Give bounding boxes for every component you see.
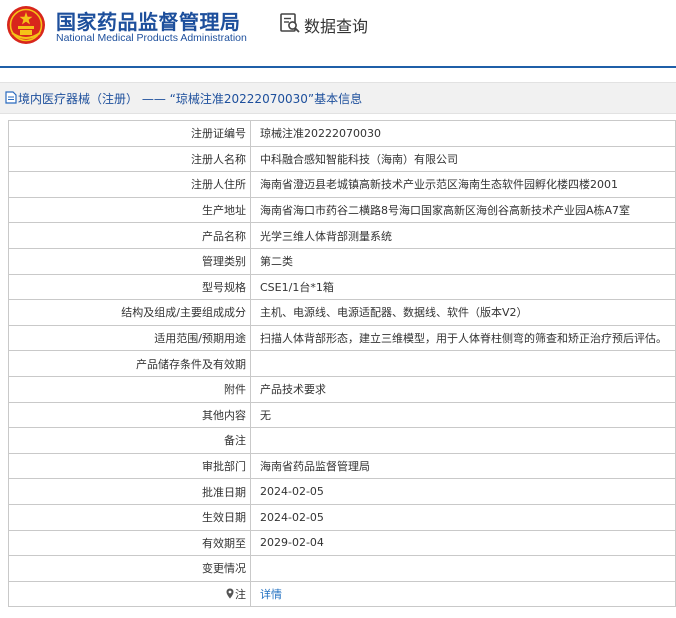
row-value bbox=[250, 350, 676, 377]
table-row: 管理类别 第二类 bbox=[8, 247, 676, 275]
table-row: 型号规格 CSE1/1台*1箱 bbox=[8, 273, 676, 301]
row-value: 扫描人体背部形态，建立三维模型，用于人体脊柱侧弯的筛查和矫正治疗预后评估。 bbox=[250, 324, 676, 352]
section-title: 数据查询 bbox=[304, 17, 369, 36]
header-divider bbox=[0, 66, 676, 68]
table-row: 附件 产品技术要求 bbox=[8, 375, 676, 403]
title-record: “琼械注准20222070030”基本信息 bbox=[169, 92, 363, 106]
table-row: 注册人住所 海南省澄迈县老城镇高新技术产业示范区海南生态软件园孵化楼四楼2001 bbox=[8, 171, 676, 198]
row-label: 备注 bbox=[8, 427, 251, 454]
device-info-table: 注册证编号 琼械注准20222070030 注册人名称 中科融合感知智能科技（海南）… bbox=[8, 120, 676, 608]
note-label-cell: 注 bbox=[8, 580, 251, 608]
row-label: 产品名称 bbox=[8, 222, 251, 249]
row-label: 注册证编号 bbox=[8, 120, 251, 147]
row-value: 中科融合感知智能科技（海南）有限公司 bbox=[250, 145, 676, 173]
table-row: 有效期至 2029-02-04 bbox=[8, 529, 676, 557]
site-header: 国家药品监督管理局 National Medical Products Admi… bbox=[0, 0, 676, 64]
row-label: 生效日期 bbox=[8, 503, 251, 531]
table-row: 备注 bbox=[8, 427, 676, 454]
row-label: 管理类别 bbox=[8, 247, 251, 275]
table-row: 批准日期 2024-02-05 bbox=[8, 478, 676, 505]
row-value bbox=[250, 427, 676, 454]
table-row: 生效日期 2024-02-05 bbox=[8, 503, 676, 531]
document-icon bbox=[5, 91, 17, 104]
row-label: 结构及组成/主要组成成分 bbox=[8, 299, 251, 326]
row-value: 无 bbox=[250, 401, 676, 429]
row-label: 有效期至 bbox=[8, 529, 251, 557]
row-label: 注册人住所 bbox=[8, 171, 251, 198]
table-row: 适用范围/预期用途 扫描人体背部形态，建立三维模型，用于人体脊柱侧弯的筛查和矫正治… bbox=[8, 324, 676, 352]
row-value: 2024-02-05 bbox=[250, 478, 676, 505]
row-value: 产品技术要求 bbox=[250, 375, 676, 403]
row-value: 2024-02-05 bbox=[250, 503, 676, 531]
table-row: 生产地址 海南省海口市药谷二横路8号海口国家高新区海创谷高新技术产业园A栋A7室 bbox=[8, 196, 676, 224]
title-separator: —— bbox=[141, 92, 166, 106]
org-name-en: National Medical Products Administration bbox=[56, 32, 247, 44]
table-row: 审批部门 海南省药品监督管理局 bbox=[8, 452, 676, 480]
national-emblem-icon bbox=[7, 6, 45, 44]
row-label: 型号规格 bbox=[8, 273, 251, 301]
table-row: 产品名称 光学三维人体背部测量系统 bbox=[8, 222, 676, 249]
row-label: 产品储存条件及有效期 bbox=[8, 350, 251, 377]
row-label: 附件 bbox=[8, 375, 251, 403]
note-value-cell: 详情 bbox=[250, 580, 676, 608]
row-label: 生产地址 bbox=[8, 196, 251, 224]
record-title-bar: 境内医疗器械（注册） —— “琼械注准20222070030”基本信息 bbox=[0, 82, 676, 114]
row-value: 海南省澄迈县老城镇高新技术产业示范区海南生态软件园孵化楼四楼2001 bbox=[250, 171, 676, 198]
map-pin-icon bbox=[226, 588, 234, 599]
row-value: 海南省药品监督管理局 bbox=[250, 452, 676, 480]
row-label: 注册人名称 bbox=[8, 145, 251, 173]
row-label: 其他内容 bbox=[8, 401, 251, 429]
row-label: 适用范围/预期用途 bbox=[8, 324, 251, 352]
row-value: 主机、电源线、电源适配器、数据线、软件（版本V2） bbox=[250, 299, 676, 326]
data-query-icon bbox=[280, 13, 300, 33]
row-label: 批准日期 bbox=[8, 478, 251, 505]
record-title: 境内医疗器械（注册） —— “琼械注准20222070030”基本信息 bbox=[18, 90, 362, 107]
row-value bbox=[250, 555, 676, 582]
table-row: 注册人名称 中科融合感知智能科技（海南）有限公司 bbox=[8, 145, 676, 173]
table-row: 其他内容无 bbox=[8, 401, 676, 429]
row-value: 光学三维人体背部测量系统 bbox=[250, 222, 676, 249]
row-label: 变更情况 bbox=[8, 555, 251, 582]
org-name-cn: 国家药品监督管理局 bbox=[56, 10, 241, 34]
table-row: 产品储存条件及有效期 bbox=[8, 350, 676, 377]
row-label: 审批部门 bbox=[8, 452, 251, 480]
row-value: 2029-02-04 bbox=[250, 529, 676, 557]
note-row: 注 详情 bbox=[8, 580, 676, 608]
row-value: 第二类 bbox=[250, 247, 676, 275]
table-row: 注册证编号 琼械注准20222070030 bbox=[8, 120, 676, 147]
table-row: 变更情况 bbox=[8, 555, 676, 582]
row-value: 琼械注准20222070030 bbox=[250, 120, 676, 147]
row-value: 海南省海口市药谷二横路8号海口国家高新区海创谷高新技术产业园A栋A7室 bbox=[250, 196, 676, 224]
title-category: 境内医疗器械（注册） bbox=[18, 92, 139, 106]
table-row: 结构及组成/主要组成成分 主机、电源线、电源适配器、数据线、软件（版本V2） bbox=[8, 299, 676, 326]
note-label: 注 bbox=[235, 587, 246, 601]
row-value: CSE1/1台*1箱 bbox=[250, 273, 676, 301]
details-link[interactable]: 详情 bbox=[260, 588, 282, 601]
